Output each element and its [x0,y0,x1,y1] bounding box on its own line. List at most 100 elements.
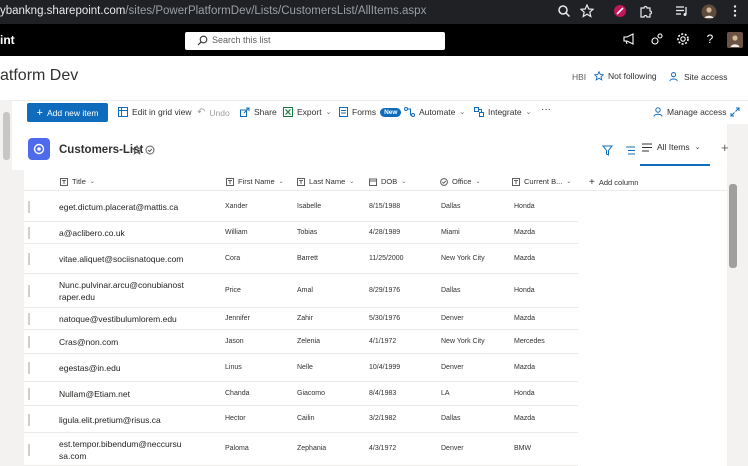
cell-title[interactable]: est.tempor.bibendum@neccursusa.com [59,438,184,462]
cell-last: Barrett [297,255,319,262]
cell-dob: 4/3/1972 [369,445,397,452]
person-icon [653,107,663,117]
right-scrollbar[interactable] [727,180,739,466]
kebab-menu-icon[interactable] [728,4,744,20]
filter-icon[interactable] [602,145,614,157]
row-select-handle[interactable] [28,444,30,456]
row-select-handle[interactable] [28,201,30,213]
classification-label: HBI [572,72,587,82]
table-row[interactable]: est.tempor.bibendum@neccursusa.com Paloma… [24,433,578,466]
cell-title[interactable]: Nullam@Etiam.net [59,388,184,400]
site-title[interactable]: atform Dev [0,67,78,85]
chevron-down-icon: ⌄ [278,179,284,185]
follow-button[interactable]: Not following [594,71,657,81]
column-header-current[interactable]: Current B... ⌄ [512,177,571,186]
list-settings-icon[interactable] [145,145,157,157]
automate-button[interactable]: Automate ⌄ [404,107,465,117]
cell-car: Mazda [514,415,536,422]
integrate-button[interactable]: Integrate ⌄ [474,107,531,117]
search-box[interactable]: Search this list [185,32,445,50]
text-column-icon [226,177,234,186]
bookmark-star-icon[interactable] [580,4,596,20]
site-access-button[interactable]: Site access [669,71,727,82]
table-row[interactable]: Cras@non.com Jason Zelenia 4/1/1972 New York… [24,330,578,354]
cell-dob: 4/1/1972 [369,338,397,345]
cell-title[interactable]: eget.dictum.placerat@mattis.ca [59,201,184,213]
expand-icon[interactable] [730,107,740,117]
column-first-name-label: First Name [238,177,275,186]
more-commands-button[interactable]: ··· [541,104,551,115]
edit-grid-view-button[interactable]: Edit in grid view [118,107,192,117]
chevron-down-icon: ⌄ [459,109,466,116]
search-icon [197,35,208,46]
puzzle-icon[interactable] [639,4,655,20]
column-header-office[interactable]: Office ⌄ [440,177,480,186]
row-select-handle[interactable] [28,388,30,400]
add-new-item-button[interactable]: + Add new item [27,103,108,122]
table-row[interactable]: eget.dictum.placerat@mattis.ca Xander Isab… [24,192,578,222]
browser-url-bar[interactable]: ybankng.sharepoint.com/sites/PowerPlatfo… [0,0,748,24]
table-row[interactable]: Nullam@Etiam.net Chanda Giacomo 8/4/1983 LA H… [24,382,578,406]
app-name[interactable]: int [0,33,15,47]
megaphone-icon[interactable] [622,32,638,48]
share-label: Share [254,107,277,117]
favorite-star-icon[interactable] [132,145,144,157]
cell-last: Isabelle [297,203,322,210]
profile-icon[interactable] [701,4,717,20]
scroll-thumb[interactable] [729,184,737,268]
cell-title[interactable]: Cras@non.com [59,336,184,348]
cell-title[interactable]: natoque@vestibulumlorem.edu [59,313,184,325]
row-select-handle[interactable] [28,336,30,348]
star-outline-icon [594,71,604,81]
extension-red-icon[interactable] [613,4,629,20]
cell-car: Mazda [514,229,536,236]
undo-button[interactable]: ↶ Undo [197,107,230,118]
app-launcher-icon[interactable] [650,32,666,48]
cell-title[interactable]: ligula.elit.pretium@risus.ca [59,414,184,426]
row-select-handle[interactable] [28,414,30,426]
cell-title[interactable]: a@aclibero.co.uk [59,227,184,239]
add-column-button[interactable]: + Add column [589,177,638,188]
column-header-title[interactable]: Title ⌄ [60,177,95,186]
cell-car: Honda [514,287,535,294]
table-row[interactable]: ligula.elit.pretium@risus.ca Hector Cailin… [24,406,578,433]
list-title[interactable]: Customers-List [59,144,143,156]
gear-icon[interactable] [676,32,692,48]
cell-title[interactable]: vitae.aliquet@sociisnatoque.com [59,253,184,265]
column-header-dob[interactable]: DOB ⌄ [369,177,406,186]
group-by-icon[interactable] [625,145,637,157]
export-button[interactable]: Export ⌄ [283,107,331,117]
list-header: Customers-List All Items ⌄ + [12,124,729,170]
row-select-handle[interactable] [28,313,30,325]
help-icon[interactable]: ? [702,32,718,48]
scroll-thumb[interactable] [3,112,10,160]
manage-access-button[interactable]: Manage access [653,107,727,117]
row-select-handle[interactable] [28,227,30,239]
cell-title[interactable]: egestas@in.edu [59,362,184,374]
row-select-handle[interactable] [28,285,30,297]
user-avatar[interactable] [727,32,743,48]
row-select-handle[interactable] [28,362,30,374]
left-scrollbar[interactable] [0,100,12,466]
address-text[interactable]: ybankng.sharepoint.com/sites/PowerPlatfo… [0,5,426,17]
view-switcher[interactable]: All Items ⌄ [642,142,700,152]
cell-office: Miami [441,229,460,236]
cell-dob: 8/29/1976 [369,287,401,294]
column-header-last-name[interactable]: Last Name ⌄ [297,177,354,186]
zoom-icon[interactable] [557,4,573,20]
add-view-button[interactable]: + [721,140,729,155]
table-row[interactable]: a@aclibero.co.uk William Tobias 4/28/1989 Mi… [24,222,578,244]
cell-title[interactable]: Nunc.pulvinar.arcu@conubianostraper.edu [59,279,184,303]
forms-button[interactable]: Forms New [339,107,402,117]
row-select-handle[interactable] [28,253,30,265]
table-row[interactable]: Nunc.pulvinar.arcu@conubianostraper.edu P… [24,274,578,308]
table-row[interactable]: natoque@vestibulumlorem.edu Jennifer Zahir… [24,308,578,330]
suite-bar: int Search this list ? [0,24,748,56]
table-row[interactable]: egestas@in.edu Linus Nelle 10/4/1999 Denver M… [24,354,578,382]
table-row[interactable]: vitae.aliquet@sociisnatoque.com Cora Barre… [24,244,578,274]
column-header-first-name[interactable]: First Name ⌄ [226,177,284,186]
edit-grid-label: Edit in grid view [132,107,192,117]
share-button[interactable]: Share [240,107,277,117]
media-icon[interactable] [675,4,691,20]
chevron-down-icon: ⌄ [349,179,355,185]
